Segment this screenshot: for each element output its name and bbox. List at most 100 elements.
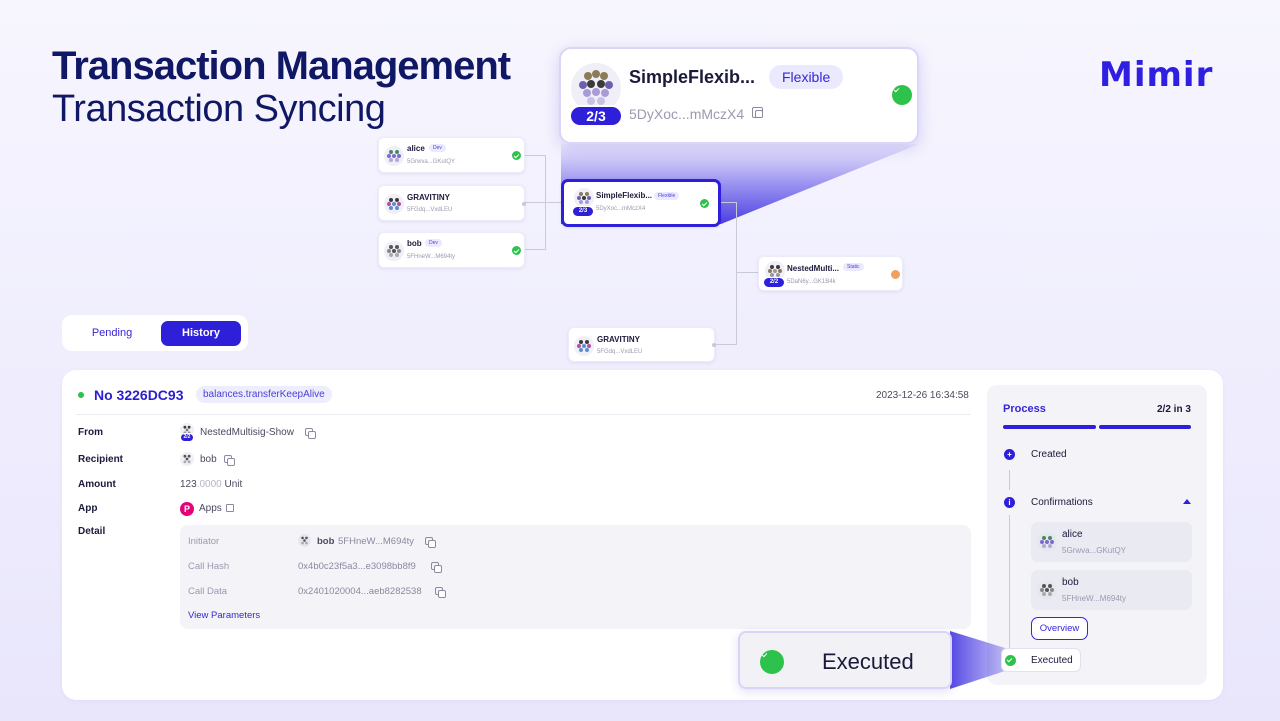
- node-address: 5DyXoc...mMczX4: [596, 206, 646, 212]
- status-dot: [78, 392, 84, 398]
- tab-pending[interactable]: Pending: [72, 321, 152, 346]
- recipient-label: Recipient: [78, 454, 124, 465]
- copy-icon[interactable]: [305, 428, 316, 439]
- page-subtitle: Transaction Syncing: [52, 88, 386, 130]
- initiator-name: bob: [317, 536, 335, 547]
- tab-history[interactable]: History: [161, 321, 241, 346]
- node-name: SimpleFlexib...: [596, 191, 653, 200]
- node-address: 5FGdq...VxdLEU: [407, 207, 453, 213]
- info-icon: i: [1004, 497, 1015, 508]
- chevron-up-icon[interactable]: [1183, 499, 1191, 504]
- connector-line: [522, 202, 564, 203]
- copy-icon[interactable]: [224, 455, 235, 466]
- from-value: NestedMultisig-Show: [200, 427, 294, 438]
- created-icon: +: [1004, 449, 1015, 460]
- account-avatar: [1037, 532, 1057, 552]
- node-tag: Dev: [425, 239, 442, 247]
- node-name: bob: [407, 239, 422, 248]
- check-icon: [892, 85, 912, 105]
- account-name: SimpleFlexib...: [629, 67, 756, 87]
- threshold-badge: 2/3: [572, 206, 594, 217]
- overview-button[interactable]: Overview: [1031, 617, 1088, 640]
- account-avatar: [574, 336, 594, 356]
- check-icon: [512, 151, 521, 160]
- executed-step: Executed: [1001, 648, 1081, 672]
- account-avatar: [384, 194, 404, 214]
- node-address: 5FHneW...M694ty: [407, 254, 456, 260]
- call-data-value: 0x2401020004...aeb8282538: [298, 586, 422, 597]
- connector-line: [522, 249, 546, 250]
- node-gravitiny-bottom[interactable]: GRAVITINY 5FGdq...VxdLEU: [568, 327, 716, 362]
- confirmation-address: 5FHneW...M694ty: [1062, 594, 1127, 603]
- transaction-id[interactable]: No 3226DC93: [94, 387, 184, 403]
- recipient-avatar: [180, 452, 194, 466]
- call-hash-value: 0x4b0c23f5a3...e3098bb8f9: [298, 561, 416, 572]
- connector-dot: [712, 343, 716, 347]
- confirmation-name: alice: [1062, 529, 1083, 540]
- amount-integer: 123: [180, 479, 197, 490]
- node-name: NestedMulti...: [787, 264, 840, 273]
- confirmation-name: bob: [1062, 577, 1079, 588]
- process-count: 2/2 in 3: [1157, 404, 1191, 415]
- amount-decimal: .0000: [196, 479, 222, 490]
- mimir-logo: Mimir: [1099, 55, 1231, 99]
- app-label: App: [78, 503, 98, 514]
- node-bob[interactable]: bob Dev 5FHneW...M694ty: [378, 232, 525, 268]
- threshold-badge: 2/3: [569, 105, 623, 127]
- node-address: 5FGdq...VxdLEU: [597, 349, 643, 355]
- svg-text:Mimir: Mimir: [1099, 56, 1213, 90]
- node-tag: Dev: [429, 144, 446, 152]
- recipient-value: bob: [200, 454, 217, 465]
- tab-bar: Pending History: [62, 315, 248, 351]
- account-avatar: [384, 146, 404, 166]
- transaction-time: 2023-12-26 16:34:58: [876, 390, 969, 401]
- node-alice[interactable]: alice Dev 5Grwva...GKutQY: [378, 137, 525, 173]
- mimir-logo-icon: Mimir: [1099, 55, 1213, 95]
- node-tag: Static: [843, 263, 864, 271]
- node-gravitiny[interactable]: GRAVITINY 5FGdq...VxdLEU: [378, 185, 526, 221]
- connector-line: [522, 155, 546, 156]
- initiator-avatar: [298, 534, 311, 547]
- account-address: 5DyXoc...mMczX4: [629, 106, 745, 122]
- account-tag: Flexible: [769, 65, 844, 89]
- method-badge: balances.transferKeepAlive: [196, 386, 332, 403]
- divider: [76, 414, 971, 415]
- copy-icon[interactable]: [752, 107, 763, 118]
- from-threshold-badge: 2/2: [180, 433, 194, 442]
- initiator-label: Initiator: [188, 536, 220, 547]
- node-address: 5DaN6y...GK1B4k: [787, 279, 836, 285]
- executed-callout-label: Executed: [822, 649, 914, 674]
- connector-dot: [522, 202, 526, 206]
- app-value[interactable]: Apps: [199, 503, 222, 514]
- amount-label: Amount: [78, 479, 116, 490]
- external-link-icon[interactable]: [226, 504, 234, 512]
- zoom-account-card[interactable]: 2/3 SimpleFlexib... Flexible 5DyXoc...mM…: [559, 47, 919, 144]
- account-avatar: [1037, 580, 1057, 600]
- progress-bar-segment: [1099, 425, 1191, 429]
- amount-value: 123.0000 Unit: [180, 479, 242, 490]
- check-icon: [760, 650, 784, 674]
- initiator-address: 5FHneW...M694ty: [338, 536, 415, 547]
- view-parameters-link[interactable]: View Parameters: [188, 610, 260, 621]
- timeline-line: [1009, 470, 1010, 490]
- page-title: Transaction Management: [52, 44, 511, 88]
- node-tag: Flexible: [654, 192, 680, 200]
- node-nestedmulti[interactable]: 2/2 NestedMulti... Static 5DaN6y...GK1B4…: [758, 256, 903, 291]
- step-created: Created: [1031, 449, 1067, 460]
- step-confirmations: Confirmations: [1031, 497, 1093, 508]
- account-avatar: [574, 188, 594, 208]
- node-name: alice: [407, 144, 425, 153]
- node-name: GRAVITINY: [407, 193, 450, 202]
- copy-icon[interactable]: [435, 587, 446, 598]
- detail-label: Detail: [78, 526, 106, 537]
- confirmation-address: 5Grwva...GKutQY: [1062, 546, 1127, 555]
- executed-callout: Executed: [738, 631, 952, 689]
- check-icon: [1005, 655, 1016, 666]
- copy-icon[interactable]: [431, 562, 442, 573]
- copy-icon[interactable]: [425, 537, 436, 548]
- threshold-badge: 2/2: [763, 277, 785, 288]
- step-executed: Executed: [1031, 655, 1073, 666]
- connector-line: [736, 202, 737, 345]
- confirmation-card: alice 5Grwva...GKutQY: [1031, 522, 1192, 562]
- node-simpleflexible[interactable]: 2/3 SimpleFlexib... Flexible 5DyXoc...mM…: [561, 179, 721, 227]
